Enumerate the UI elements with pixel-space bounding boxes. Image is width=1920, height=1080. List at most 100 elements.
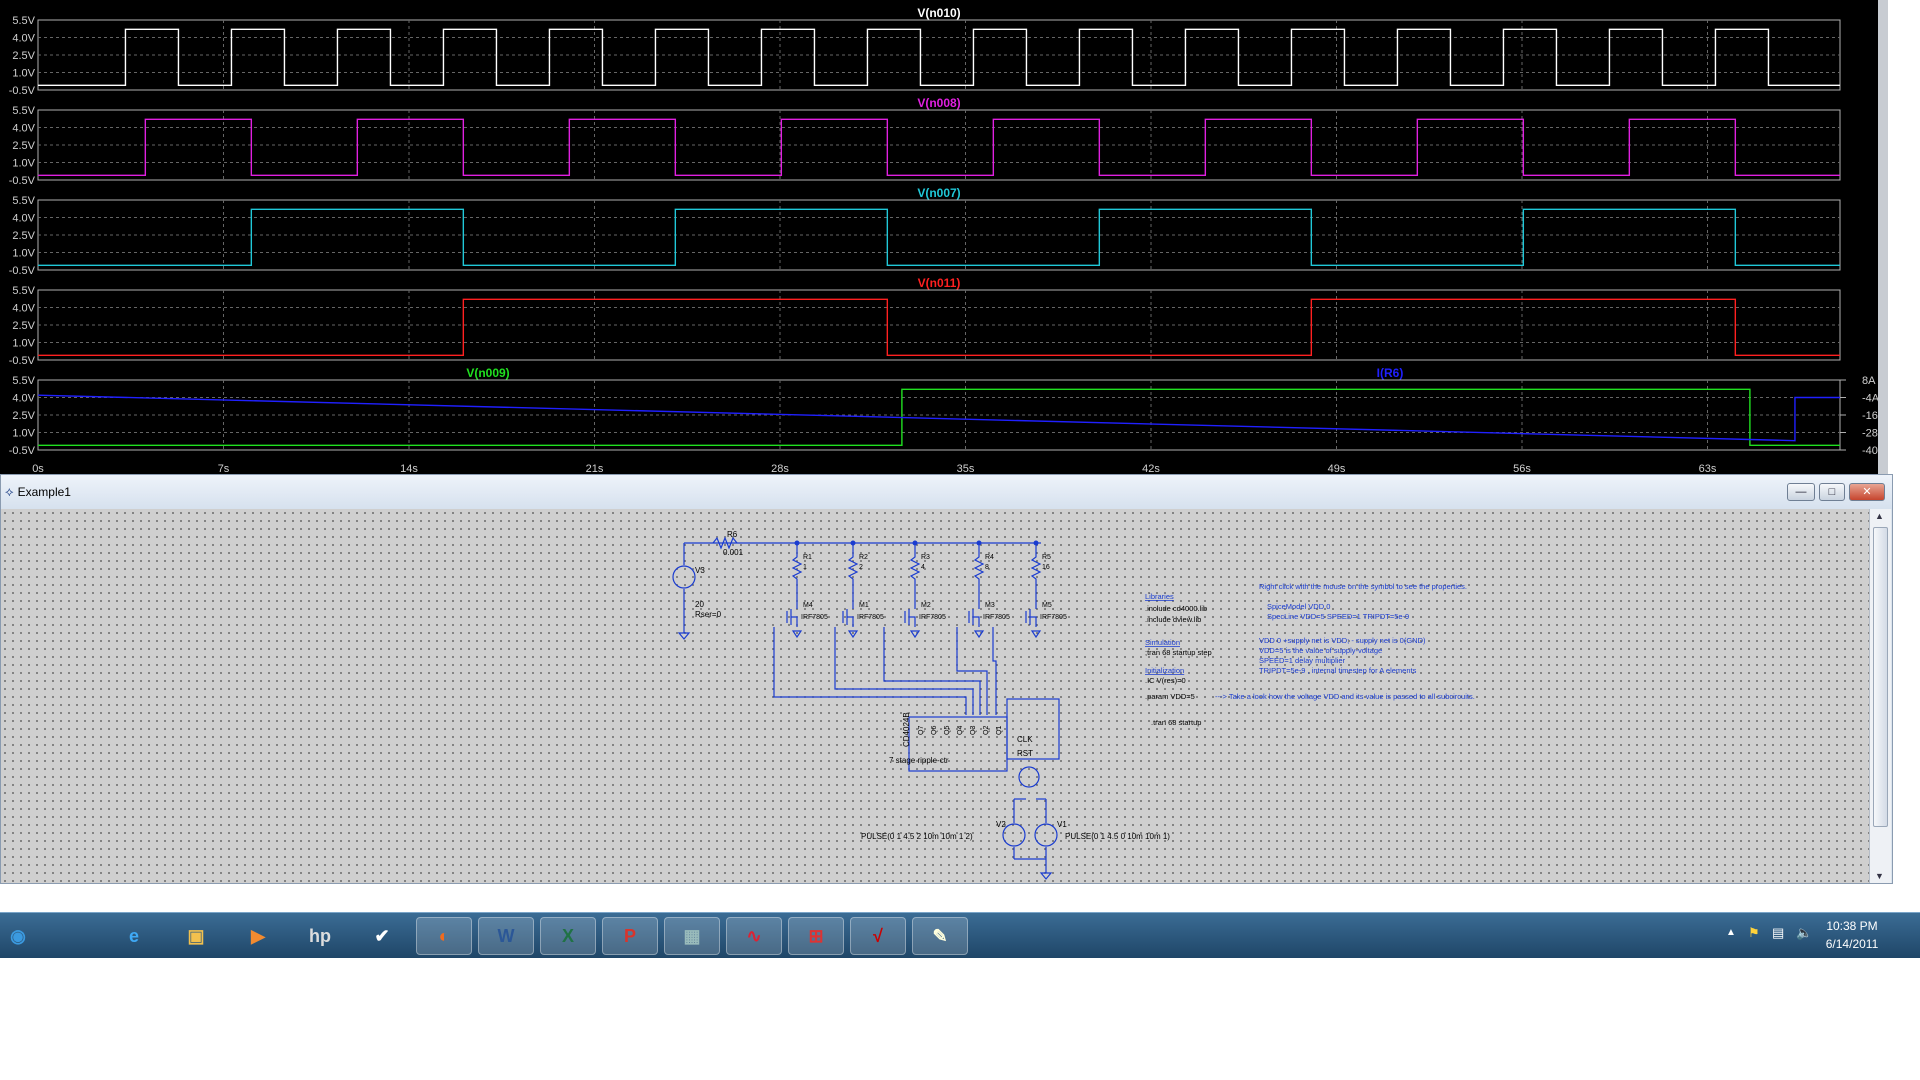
taskbar-acrobat-icon[interactable]: √ xyxy=(850,917,906,955)
libraries-header: Libraries xyxy=(1145,592,1174,601)
y-tick-label: 2.5V xyxy=(12,320,35,332)
mosfet-model: IRF7805 xyxy=(1040,614,1067,621)
scroll-up-arrow[interactable]: ▲ xyxy=(1875,511,1884,521)
counter-pin-label: Q1 xyxy=(996,726,1003,735)
mosfet-name: M3 xyxy=(985,602,995,609)
taskbar-ie-icon[interactable]: e xyxy=(106,917,162,955)
counter-pin-label: Q5 xyxy=(944,726,951,735)
mosfet-body xyxy=(968,591,980,627)
counter-pin-label: Q7 xyxy=(918,726,925,735)
lib-include-2: .include dview.lib xyxy=(1145,615,1201,624)
y-tick-label: 1.0V xyxy=(12,428,35,440)
y-tick-label: 2.5V xyxy=(12,140,35,152)
taskbar-calculator-icon[interactable]: ▦ xyxy=(664,917,720,955)
schematic-canvas[interactable]: R6 0.001 V3 20 Rser=0 7 stage ripple-ctr… xyxy=(1,509,1869,883)
maximize-button[interactable]: □ xyxy=(1819,483,1845,501)
speed-note: SPEED=1 delay multiplier xyxy=(1259,656,1346,665)
tray-show-hidden-icon[interactable]: ▲ xyxy=(1726,927,1736,938)
taskbar-clock[interactable]: 10:38 PM 6/14/2011 xyxy=(1812,917,1892,953)
spice-line-note: SpecLine VDD=5 SPEED=1 TRIPDT=5e-9 xyxy=(1267,612,1409,621)
ltspice-window-icon: ⟡ xyxy=(5,484,14,499)
taskbar-ltspice-icon[interactable]: ∿ xyxy=(726,917,782,955)
taskbar-paint-icon[interactable]: ✎ xyxy=(912,917,968,955)
schematic-title-bar[interactable]: ⟡ Example1 — □ ✕ xyxy=(1,475,1892,509)
schematic-window[interactable]: ⟡ Example1 — □ ✕ R6 0.001 V3 20 Rser=0 7… xyxy=(0,474,1893,884)
ground-symbol xyxy=(909,630,921,639)
ground-symbol xyxy=(847,630,859,639)
schematic-vertical-scrollbar[interactable]: ▲ ▼ xyxy=(1869,509,1891,883)
y-tick-label: -0.5V xyxy=(9,355,36,367)
y-tick-label: 4.0V xyxy=(12,303,35,315)
taskbar-media-icon[interactable]: ▶ xyxy=(230,917,286,955)
taskbar-pdf-icon[interactable]: P xyxy=(602,917,658,955)
counter-desc: 7 stage ripple-ctr xyxy=(889,756,949,765)
window-title: Example1 xyxy=(17,485,71,499)
y-tick-label: 5.5V xyxy=(12,105,35,117)
resistor-value: 4 xyxy=(921,564,925,571)
mosfet-body xyxy=(1025,591,1037,627)
y-tick-label: 2.5V xyxy=(12,230,35,242)
y-tick-label: -0.5V xyxy=(9,85,36,97)
counter-pin-label: Q3 xyxy=(970,726,977,735)
resistor-value: 2 xyxy=(859,564,863,571)
scroll-down-arrow[interactable]: ▼ xyxy=(1875,871,1884,881)
resistor-name: R5 xyxy=(1042,554,1051,561)
mosfet-name: M4 xyxy=(803,602,813,609)
close-button[interactable]: ✕ xyxy=(1849,483,1885,501)
ground-symbol xyxy=(1030,630,1042,639)
x-tick-label: 56s xyxy=(1513,463,1531,474)
lib-include-1: .include cd4000.lib xyxy=(1145,604,1207,613)
mosfet-body xyxy=(904,591,916,627)
y-tick-label: 2.5V xyxy=(12,410,35,422)
v1-pulse: PULSE(0 1 4.5 0 10m 10m 1) xyxy=(1065,832,1170,841)
mosfet-body xyxy=(786,591,798,627)
windows-taskbar: ◉ e ▣ ▶ hp ✔ ◐ W X P ▦ ∿ ⊞ √ ✎ ▲ ⚑ ▤ 🔈 10:38 PM 6/14/2… xyxy=(0,912,1920,958)
tray-volume-icon[interactable]: 🔈 xyxy=(1796,925,1812,941)
tray-network-icon[interactable]: ▤ xyxy=(1772,925,1784,941)
scroll-thumb[interactable] xyxy=(1873,527,1888,827)
x-tick-label: 35s xyxy=(957,463,975,474)
ground-symbol xyxy=(791,630,803,639)
x-tick-label: 21s xyxy=(586,463,604,474)
vdd5-note: VDD=5 is the value of supply-voltage xyxy=(1259,646,1382,655)
y-tick-label: -0.5V xyxy=(9,445,36,457)
taskbar-hp-icon[interactable]: hp xyxy=(292,917,348,955)
simulation-header: Simulation xyxy=(1145,638,1180,647)
x-tick-label: 14s xyxy=(400,463,418,474)
taskbar-firefox-icon[interactable]: ◐ xyxy=(416,917,472,955)
r6-value: 0.001 xyxy=(723,548,744,557)
counter-clk: CLK xyxy=(1017,735,1033,744)
right-click-note: Right click with the mouse on the symbol… xyxy=(1259,582,1467,591)
clock-time: 10:38 PM xyxy=(1826,919,1878,933)
taskbar-tasks-icon[interactable]: ✔ xyxy=(354,917,410,955)
x-tick-label: 42s xyxy=(1142,463,1160,474)
v3-rser: Rser=0 xyxy=(695,610,722,619)
counter-part: CD4024B xyxy=(902,712,911,747)
y-tick-label: 5.5V xyxy=(12,195,35,207)
mosfet-name: M5 xyxy=(1042,602,1052,609)
counter-pin-label: Q2 xyxy=(983,726,990,735)
spice-model-note: SpiceModel VDD 0 xyxy=(1267,602,1330,611)
v1-name: V1 xyxy=(1057,820,1067,829)
mosfet-model: IRF7805 xyxy=(983,614,1010,621)
param-line: .param VDD=5 xyxy=(1145,692,1195,701)
taskbar-excel-icon[interactable]: X xyxy=(540,917,596,955)
taskbar-start-icon[interactable]: ◉ xyxy=(0,917,36,955)
pane-label: V(n008) xyxy=(917,96,960,110)
y-tick-label: 5.5V xyxy=(12,285,35,297)
initialization-header: Initialization xyxy=(1145,666,1184,675)
x-tick-label: 28s xyxy=(771,463,789,474)
right-tick-label: 8A xyxy=(1862,375,1876,387)
taskbar-explorer-icon[interactable]: ▣ xyxy=(168,917,224,955)
resistor-name: R2 xyxy=(859,554,868,561)
minimize-button[interactable]: — xyxy=(1787,483,1815,501)
waveform-viewer[interactable]: 5.5V 4.0V 2.5V 1.0V -0.5V V(n010) 5.5V 4.0V 2.5V… xyxy=(0,0,1888,475)
counter-pin-label: Q6 xyxy=(931,726,938,735)
tray-flag-icon[interactable]: ⚑ xyxy=(1748,925,1760,941)
taskbar-tool-icon[interactable]: ⊞ xyxy=(788,917,844,955)
x-tick-label: 49s xyxy=(1328,463,1346,474)
waveform-plot[interactable]: 5.5V 4.0V 2.5V 1.0V -0.5V V(n010) 5.5V 4.0V 2.5V… xyxy=(0,0,1888,475)
pane-label: V(n010) xyxy=(917,6,960,20)
y-tick-label: 4.0V xyxy=(12,33,35,45)
taskbar-word-icon[interactable]: W xyxy=(478,917,534,955)
